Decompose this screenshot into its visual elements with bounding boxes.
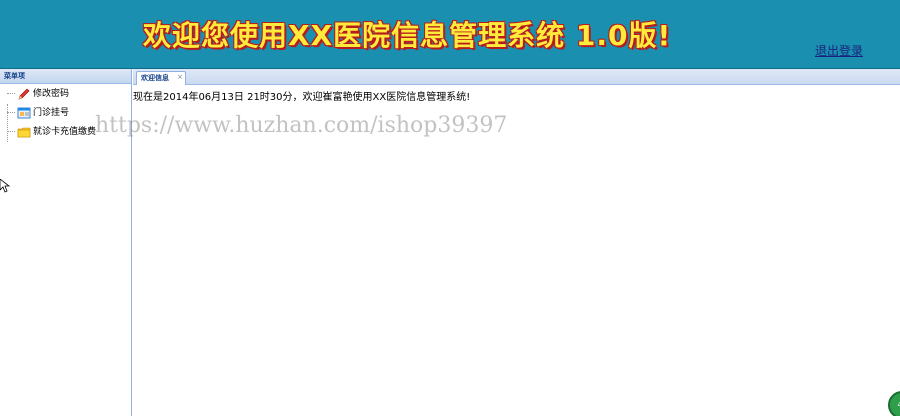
tree-branch-line: [7, 131, 15, 132]
header-banner: 欢迎您使用XX医院信息管理系统 1.0版! 退出登录: [0, 0, 900, 69]
mouse-cursor-icon: [0, 179, 10, 193]
folder-icon: [17, 127, 31, 138]
welcome-message: 现在是2014年06月13日 21时30分，欢迎崔富艳使用XX医院信息管理系统!: [133, 92, 471, 103]
sidebar-title: 菜单项: [0, 69, 131, 84]
tab-bar: 欢迎信息 ×: [133, 69, 900, 85]
tab-label: 欢迎信息: [141, 74, 169, 82]
sidebar-item-outpatient-register[interactable]: 门诊挂号: [0, 105, 130, 121]
tree-branch-line: [7, 112, 15, 113]
sidebar-panel: 菜单项 修改密码 门诊挂号 就诊卡充值缴费: [0, 69, 132, 416]
logout-link[interactable]: 退出登录: [815, 42, 863, 59]
register-icon: [17, 107, 31, 119]
close-icon[interactable]: ×: [177, 73, 183, 81]
main-content: 现在是2014年06月13日 21时30分，欢迎崔富艳使用XX医院信息管理系统!: [133, 85, 900, 416]
tab-welcome[interactable]: 欢迎信息 ×: [136, 71, 186, 85]
tree-branch-line: [7, 93, 15, 94]
sidebar-item-label: 就诊卡充值缴费: [33, 127, 97, 137]
sidebar-item-change-password[interactable]: 修改密码: [0, 86, 130, 102]
sidebar-item-label: 门诊挂号: [33, 108, 70, 118]
pencil-icon: [18, 88, 30, 100]
app-window: 欢迎您使用XX医院信息管理系统 1.0版! 退出登录 菜单项 修改密码 门诊挂号…: [0, 0, 900, 416]
sidebar-item-card-recharge[interactable]: 就诊卡充值缴费: [0, 124, 130, 140]
sidebar-item-label: 修改密码: [33, 89, 70, 99]
system-title: 欢迎您使用XX医院信息管理系统 1.0版!: [143, 19, 672, 52]
